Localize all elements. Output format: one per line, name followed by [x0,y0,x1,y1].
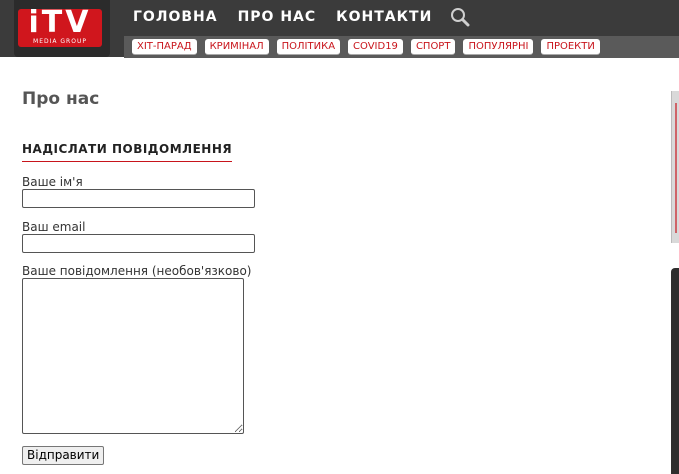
category-hit-parade[interactable]: ХІТ-ПАРАД [132,39,197,55]
nav-about[interactable]: ПРО НАС [238,9,317,25]
message-label: Ваше повідомлення (необов'язково) [22,264,252,278]
category-projects[interactable]: ПРОЕКТИ [541,39,600,55]
category-popular[interactable]: ПОПУЛЯРНІ [463,39,534,55]
submit-button[interactable]: Відправити [22,446,105,465]
category-sport[interactable]: СПОРТ [410,39,456,55]
banner-graphic [675,103,677,233]
search-icon[interactable] [450,7,470,27]
email-label: Ваш email [22,220,86,234]
top-navigation-bar: iTV MEDIA GROUP ГОЛОВНА ПРО НАС КОНТАКТИ… [0,0,679,58]
category-bar: ХІТ-ПАРАД КРИМІНАЛ ПОЛІТИКА COVID19 СПОР… [124,36,679,58]
page-title: Про нас [22,89,100,109]
message-textarea[interactable] [22,278,244,434]
name-input[interactable] [22,189,255,208]
name-label: Ваше ім'я [22,175,83,189]
logo-subtitle: MEDIA GROUP [33,38,87,45]
email-input[interactable] [22,234,255,253]
category-politics[interactable]: ПОЛІТИКА [276,39,341,55]
main-nav: ГОЛОВНА ПРО НАС КОНТАКТИ [133,6,470,28]
itv-logo[interactable]: iTV MEDIA GROUP [18,9,102,47]
category-criminal[interactable]: КРИМІНАЛ [204,39,269,55]
nav-contacts[interactable]: КОНТАКТИ [336,9,432,25]
sidebar-banner[interactable] [671,91,679,243]
logo-text: iTV [28,9,92,40]
sidebar-widget [671,268,679,474]
nav-home[interactable]: ГОЛОВНА [133,9,218,25]
category-covid19[interactable]: COVID19 [348,39,403,55]
section-title: НАДІСЛАТИ ПОВІДОМЛЕННЯ [22,142,233,162]
